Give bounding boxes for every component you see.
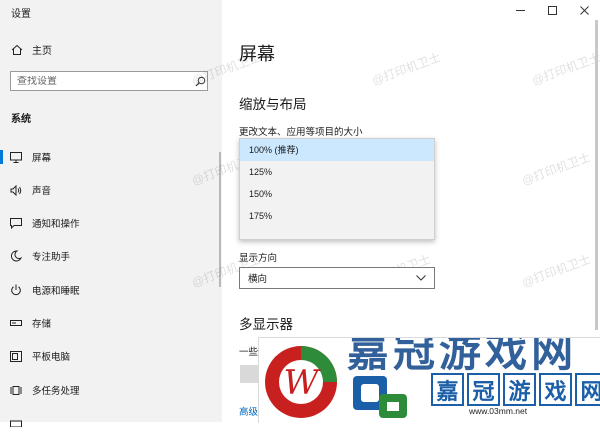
storage-icon	[9, 316, 23, 330]
monitor-icon	[9, 150, 23, 164]
tablet-icon	[9, 349, 23, 363]
svg-text:W: W	[284, 363, 322, 403]
home-icon	[11, 44, 23, 56]
scale-option[interactable]: 100% (推荐)	[240, 139, 434, 161]
logo-char: 嘉	[431, 373, 464, 406]
sidebar-item-cut-off[interactable]	[0, 412, 222, 432]
sidebar-item-display[interactable]: 屏幕	[0, 147, 222, 167]
sidebar-item-tablet[interactable]: 平板电脑	[0, 346, 222, 366]
moon-icon	[9, 249, 23, 263]
multitask-icon	[9, 383, 23, 397]
window-title: 设置	[11, 9, 31, 20]
maximize-button[interactable]	[544, 4, 560, 18]
partial-icon	[9, 415, 23, 429]
watermark: @打印机卫士	[519, 252, 593, 290]
toggle-partial[interactable]	[240, 365, 258, 383]
page-title: 屏幕	[239, 44, 275, 64]
maximize-icon	[547, 2, 557, 20]
sidebar-scrollbar[interactable]	[219, 152, 221, 287]
sidebar-item-label: 通知和操作	[32, 219, 80, 230]
sidebar-item-power-sleep[interactable]: 电源和睡眠	[0, 280, 222, 300]
logo-char: 游	[503, 373, 536, 406]
main-scrollbar[interactable]	[595, 20, 598, 330]
scale-option[interactable]: 175%	[240, 205, 434, 227]
close-icon	[579, 2, 589, 20]
sidebar-item-multitasking[interactable]: 多任务处理	[0, 380, 222, 400]
watermark: @打印机卫士	[369, 50, 443, 88]
sidebar-item-label: 电源和睡眠	[32, 286, 80, 297]
home-label: 主页	[32, 46, 52, 57]
sidebar-item-label: 屏幕	[32, 153, 52, 164]
sidebar-item-label: 存储	[32, 319, 52, 330]
logo-char: 网	[575, 373, 600, 406]
orientation-select[interactable]: 横向	[239, 267, 435, 289]
site-logo-overlay: 嘉冠游戏网 W 嘉 冠 游 戏 网 www.03mm.net	[258, 337, 600, 423]
search-input[interactable]	[11, 75, 193, 87]
scale-label: 更改文本、应用等项目的大小	[239, 127, 363, 138]
search-icon[interactable]	[193, 74, 207, 88]
minimize-icon	[515, 2, 525, 20]
multi-display-title: 多显示器	[239, 317, 293, 332]
close-button[interactable]	[576, 4, 592, 18]
scale-option[interactable]: 125%	[240, 161, 434, 183]
sidebar-item-sound[interactable]: 声音	[0, 180, 222, 200]
sidebar: 设置 主页 系统 屏幕 声音 通知和操作 专注助手	[0, 0, 222, 427]
search-box[interactable]	[10, 71, 208, 91]
scale-option[interactable]: 150%	[240, 183, 434, 205]
sidebar-item-label: 平板电脑	[32, 352, 71, 363]
logo-char: 戏	[539, 373, 572, 406]
orientation-value: 横向	[248, 274, 268, 285]
scale-dropdown-list[interactable]: 100% (推荐) 125% 150% 175%	[239, 138, 435, 240]
advanced-link[interactable]: 高级	[239, 404, 258, 418]
orientation-label: 显示方向	[239, 253, 278, 264]
chevron-down-icon	[416, 275, 426, 281]
logo-text: 嘉 冠 游 戏 网	[431, 373, 600, 406]
sidebar-item-storage[interactable]: 存储	[0, 313, 222, 333]
multi-display-text: 一些	[239, 347, 259, 358]
scale-section-title: 缩放与布局	[239, 97, 307, 112]
sidebar-item-label: 多任务处理	[32, 386, 80, 397]
power-icon	[9, 283, 23, 297]
sidebar-item-label: 专注助手	[32, 252, 71, 263]
speaker-icon	[9, 183, 23, 197]
minimize-button[interactable]	[512, 4, 528, 18]
section-title: 系统	[11, 114, 31, 125]
watermark: @打印机卫士	[529, 50, 600, 88]
watermark: @打印机卫士	[519, 150, 593, 188]
sidebar-item-notifications[interactable]: 通知和操作	[0, 213, 222, 233]
logo-emblem-icon: W	[265, 346, 337, 418]
logo-url: www.03mm.net	[469, 406, 528, 416]
logo-square-icon	[353, 376, 407, 418]
home-nav-item[interactable]: 主页	[11, 42, 52, 57]
sidebar-item-focus-assist[interactable]: 专注助手	[0, 246, 222, 266]
notification-icon	[9, 216, 23, 230]
logo-char: 冠	[467, 373, 500, 406]
sidebar-item-label: 声音	[32, 186, 52, 197]
